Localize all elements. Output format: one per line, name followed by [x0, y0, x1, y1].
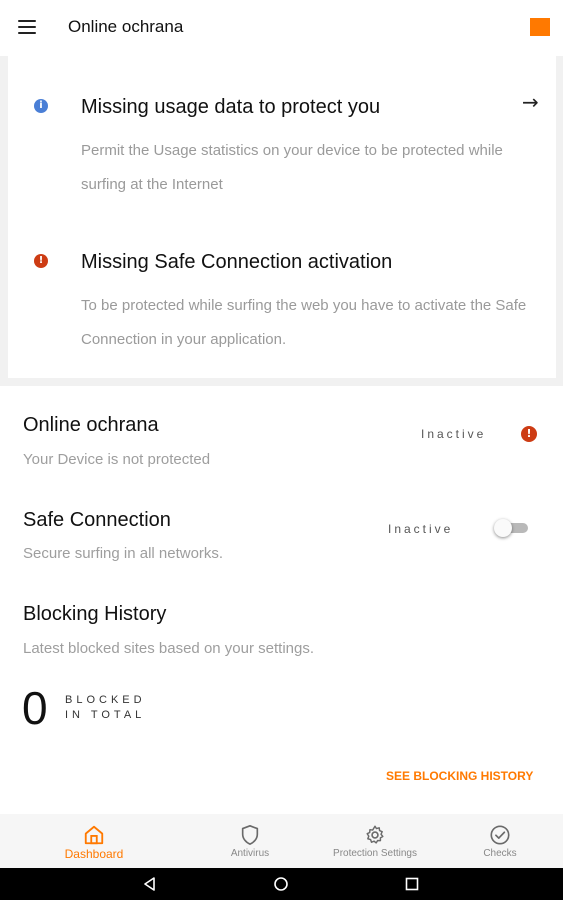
- alerts-card: i Missing usage data to protect you Perm…: [8, 56, 556, 378]
- blocking-history-subtitle: Latest blocked sites based on your setti…: [23, 640, 315, 657]
- nav-label: Antivirus: [230, 848, 270, 859]
- online-protection-subtitle: Your Device is not protected: [23, 451, 211, 468]
- toggle-thumb: [494, 519, 512, 537]
- alert-usage-data[interactable]: i Missing usage data to protect you Perm…: [8, 56, 556, 216]
- app-bar: Online ochrana: [0, 0, 563, 56]
- blocking-history-title: Blocking History: [23, 603, 167, 625]
- gear-icon: [366, 825, 384, 844]
- alert-text: Permit the Usage statistics on your devi…: [81, 142, 503, 193]
- online-protection-title: Online ochrana: [23, 414, 159, 436]
- bottom-nav: Dashboard Antivirus Protection Settings …: [0, 814, 563, 868]
- blocked-label-line1: BLOCKED: [65, 694, 146, 706]
- blocked-count: 0: [22, 682, 48, 734]
- back-icon[interactable]: [142, 876, 158, 892]
- nav-label: Checks: [483, 848, 517, 859]
- nav-checks[interactable]: Checks: [465, 814, 535, 868]
- system-nav-bar: [0, 868, 563, 900]
- alert-text: To be protected while surfing the web yo…: [81, 297, 527, 348]
- arrow-right-icon[interactable]: →: [522, 90, 539, 114]
- nav-label: Dashboard: [64, 847, 124, 861]
- see-blocking-history-link[interactable]: SEE BLOCKING HISTORY: [386, 769, 533, 783]
- orange-logo: [530, 18, 550, 36]
- nav-label: Protection Settings: [333, 848, 417, 859]
- hamburger-menu-icon[interactable]: [18, 20, 36, 34]
- shield-icon: [241, 825, 259, 845]
- online-protection-status: Inactive: [421, 427, 487, 441]
- blocked-label-line2: IN TOTAL: [65, 709, 146, 721]
- home-icon: [84, 825, 104, 845]
- info-icon: i: [34, 99, 48, 113]
- alert-title: Missing Safe Connection activation: [81, 251, 393, 273]
- safe-connection-subtitle: Secure surfing in all networks.: [23, 545, 224, 562]
- error-icon: !: [34, 254, 48, 268]
- page-title: Online ochrana: [68, 17, 184, 36]
- recents-icon[interactable]: [404, 876, 420, 892]
- nav-dashboard[interactable]: Dashboard: [44, 814, 144, 868]
- home-circle-icon[interactable]: [273, 876, 289, 892]
- safe-connection-status: Inactive: [388, 522, 454, 536]
- warning-icon: !: [521, 426, 537, 442]
- safe-connection-title: Safe Connection: [23, 509, 171, 531]
- check-circle-icon: [490, 825, 510, 845]
- alert-safe-connection[interactable]: ! Missing Safe Connection activation To …: [8, 216, 556, 376]
- nav-antivirus[interactable]: Antivirus: [210, 814, 290, 868]
- nav-protection-settings[interactable]: Protection Settings: [320, 814, 430, 868]
- alert-title: Missing usage data to protect you: [81, 96, 381, 118]
- safe-connection-toggle[interactable]: [494, 519, 528, 537]
- alerts-section: i Missing usage data to protect you Perm…: [0, 56, 563, 386]
